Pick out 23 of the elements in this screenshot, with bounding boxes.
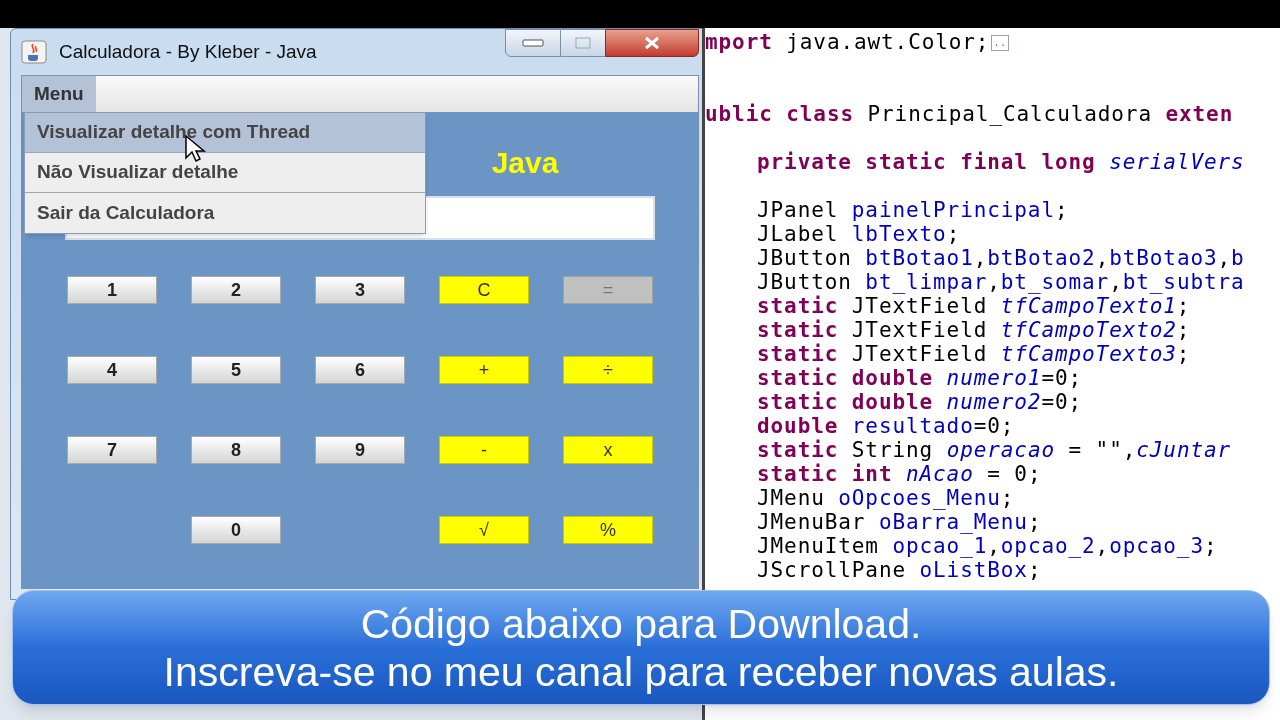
code-line: static JTextField tfCampoTexto2; bbox=[757, 318, 1191, 342]
code-line: static int nAcao = 0; bbox=[757, 462, 1042, 486]
code-line: static double numero2=0; bbox=[757, 390, 1083, 414]
caption-text: Inscreva-se no meu canal para receber novas aulas. bbox=[163, 647, 1119, 696]
code-line: JMenuBar oBarra_Menu; bbox=[757, 510, 1042, 534]
code-line: static JTextField tfCampoTexto3; bbox=[757, 342, 1191, 366]
code-line: ublic class Principal_Calculadora exten bbox=[705, 102, 1234, 126]
code-line: JButton bt_limpar,bt_somar,bt_subtra bbox=[757, 270, 1245, 294]
code-line: JLabel lbTexto; bbox=[757, 222, 961, 246]
window-title: Calculadora - By Kleber - Java bbox=[59, 39, 317, 64]
code-line: JScrollPane oListBox; bbox=[757, 558, 1042, 582]
code-line: static JTextField tfCampoTexto1; bbox=[757, 294, 1191, 318]
code-line: double resultado=0; bbox=[757, 414, 1015, 438]
code-line: static String operacao = "",cJuntar bbox=[757, 438, 1232, 462]
code-line: JMenuItem opcao_1,opcao_2,opcao_3; bbox=[757, 534, 1218, 558]
calculator-heading: Java bbox=[491, 148, 559, 178]
code-line: JButton btBotao1,btBotao2,btBotao3,b bbox=[757, 246, 1245, 270]
code-line: JMenu oOpcoes_Menu; bbox=[757, 486, 1015, 510]
caption-text: Código abaixo para Download. bbox=[360, 599, 922, 648]
code-line: private static final long serialVers bbox=[757, 150, 1245, 174]
code-line: JPanel painelPrincipal; bbox=[757, 198, 1069, 222]
code-line: static double numero1=0; bbox=[757, 366, 1083, 390]
code-line: mport java.awt.Color; .. bbox=[705, 30, 1010, 54]
